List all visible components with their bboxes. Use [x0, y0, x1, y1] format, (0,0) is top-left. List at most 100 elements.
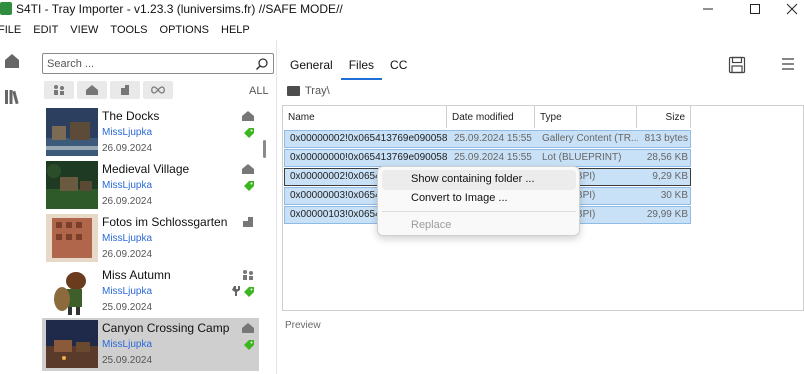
breadcrumb: Tray\ [287, 85, 330, 97]
library-item-fotos-im-schlossgarten[interactable]: Fotos im Schlossgarten MissLjupka 26.09.… [42, 212, 259, 265]
menu-tools[interactable]: TOOLS [110, 21, 147, 39]
folder-icon [287, 86, 300, 96]
context-menu: Show containing folder ... Convert to Im… [377, 166, 580, 236]
tab-general[interactable]: General [282, 50, 341, 80]
minimize-icon [703, 8, 713, 10]
menu-view[interactable]: VIEW [70, 21, 98, 39]
thumbnail [46, 161, 98, 209]
file-date: 25.09.2024 15:55 [454, 152, 532, 163]
tab-cc[interactable]: CC [382, 50, 415, 80]
menu-help[interactable]: HELP [221, 21, 250, 39]
wrench-icon [232, 286, 240, 296]
nav-rail [0, 40, 28, 374]
file-name: 0x00000002!0x065413769e090058 [290, 133, 448, 144]
item-date: 26.09.2024 [102, 143, 153, 154]
item-date: 26.09.2024 [102, 196, 153, 207]
file-size: 29,99 KB [646, 209, 688, 220]
file-name: 0x00000000!0x065413769e090058 [290, 152, 448, 163]
item-date: 25.09.2024 [102, 355, 153, 366]
minimize-button[interactable] [686, 0, 730, 18]
file-type: Gallery Content (TR... [542, 133, 638, 144]
item-name: Medieval Village [102, 162, 190, 176]
library-item-miss-autumn[interactable]: Miss Autumn MissLjupka 25.09.2024 [42, 265, 259, 318]
item-author[interactable]: MissLjupka [102, 286, 152, 297]
window-title: S4TI - Tray Importer - v1.23.3 (lunivers… [16, 2, 343, 16]
close-icon [786, 3, 798, 15]
file-size: 30 KB [660, 190, 688, 201]
file-list-header: Name Date modified Type Size [283, 106, 803, 128]
tag-icon [244, 181, 254, 191]
tab-files[interactable]: Files [340, 50, 383, 80]
item-author[interactable]: MissLjupka [102, 180, 152, 191]
item-name: The Docks [102, 109, 160, 123]
file-date: 25.09.2024 15:55 [454, 133, 532, 144]
sims-filter-icon [54, 85, 64, 95]
menu-file[interactable]: FILE [0, 21, 21, 39]
item-name: Canyon Crossing Camp [102, 321, 230, 335]
item-author[interactable]: MissLjupka [102, 233, 152, 244]
replace-item: Replace [411, 219, 452, 231]
infinity-filter-icon [151, 86, 165, 94]
file-type: Lot (BLUEPRINT) [542, 152, 622, 163]
households-filter-button[interactable] [77, 81, 107, 99]
context-menu-separator [382, 211, 576, 212]
file-size: 813 bytes [644, 133, 688, 144]
item-author[interactable]: MissLjupka [102, 339, 152, 350]
maximize-icon [750, 4, 760, 14]
item-name: Miss Autumn [102, 268, 171, 282]
home-icon[interactable] [3, 52, 21, 70]
rooms-filter-button[interactable] [110, 81, 140, 99]
library-item-the-docks[interactable]: The Docks MissLjupka 26.09.2024 [42, 106, 259, 159]
column-header-name[interactable]: Name [283, 106, 447, 128]
tag-icon [244, 287, 254, 297]
library-panel: Search ... ALL The Docks MissLjupka 26.0… [28, 40, 276, 374]
detail-tabs: General Files CC [282, 50, 415, 80]
hamburger-menu-icon[interactable] [780, 56, 796, 72]
sims-filter-button[interactable] [44, 81, 74, 99]
column-header-date[interactable]: Date modified [447, 106, 535, 128]
thumbnail [46, 214, 98, 262]
table-row[interactable]: 0x00000002!0x065413769e090058 25.09.2024… [284, 130, 691, 148]
thumbnail [46, 320, 98, 368]
item-date: 25.09.2024 [102, 302, 153, 313]
search-input[interactable]: Search ... [42, 53, 274, 74]
search-placeholder: Search ... [47, 58, 95, 70]
households-filter-icon [86, 85, 98, 95]
menu-options[interactable]: OPTIONS [160, 21, 210, 39]
title-bar: S4TI - Tray Importer - v1.23.3 (lunivers… [0, 0, 804, 20]
menu-bar: FILE EDIT VIEW TOOLS OPTIONS HELP [0, 21, 262, 39]
library-item-canyon-crossing-camp[interactable]: Canyon Crossing Camp MissLjupka 25.09.20… [42, 318, 259, 371]
s4ti-app-icon [0, 2, 12, 15]
item-date: 26.09.2024 [102, 249, 153, 260]
convert-to-image-item[interactable]: Convert to Image ... [411, 192, 508, 204]
lot-icon [242, 164, 254, 174]
show-containing-folder-item[interactable]: Show containing folder ... [411, 173, 535, 185]
library-list: The Docks MissLjupka 26.09.2024 Medieval… [42, 106, 259, 374]
column-header-size[interactable]: Size [637, 106, 691, 128]
preview-label: Preview [285, 320, 321, 331]
library-scrollbar[interactable] [263, 140, 266, 158]
library-icon[interactable] [3, 88, 21, 106]
close-button[interactable] [770, 0, 804, 18]
save-icon[interactable] [728, 56, 746, 74]
lot-icon [242, 323, 254, 333]
file-size: 9,29 KB [652, 171, 688, 182]
tag-icon [244, 340, 254, 350]
breadcrumb-path[interactable]: Tray\ [305, 85, 330, 97]
item-author[interactable]: MissLjupka [102, 127, 152, 138]
menu-edit[interactable]: EDIT [33, 21, 58, 39]
column-header-type[interactable]: Type [535, 106, 637, 128]
thumbnail [46, 267, 98, 315]
table-row[interactable]: 0x00000000!0x065413769e090058 25.09.2024… [284, 149, 691, 167]
household-icon [243, 270, 253, 280]
panel-divider[interactable] [276, 40, 277, 374]
tag-icon [244, 128, 254, 138]
infinity-filter-button[interactable] [143, 81, 173, 99]
all-filter-label[interactable]: ALL [249, 85, 269, 97]
search-icon[interactable] [255, 57, 269, 71]
rooms-filter-icon [121, 85, 129, 95]
item-name: Fotos im Schlossgarten [102, 215, 228, 229]
file-size: 28,56 KB [646, 152, 688, 163]
library-item-medieval-village[interactable]: Medieval Village MissLjupka 26.09.2024 [42, 159, 259, 212]
thumbnail [46, 108, 98, 156]
